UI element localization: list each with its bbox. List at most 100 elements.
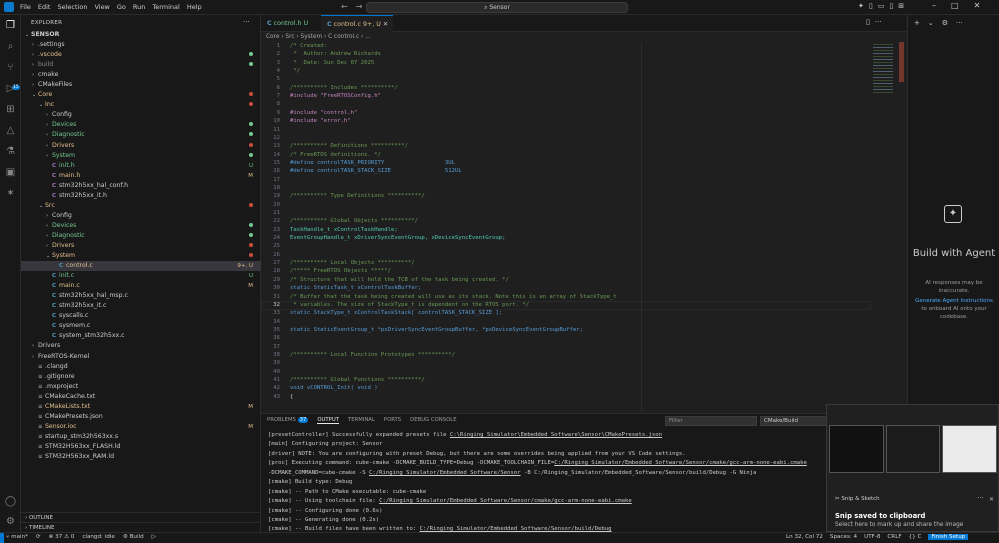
toggle-sidebar-icon[interactable]: ▯ [869,2,873,10]
build-status[interactable]: ⚙ Build [123,534,144,540]
tree-folder[interactable]: ⌄ SENSOR [21,30,261,40]
run-debug-icon[interactable]: ▷ [4,82,17,95]
tree-file[interactable]: Cstm32h5xx_it.c [21,301,261,311]
tree-file[interactable]: ≡ .clangd [21,362,261,372]
tree-folder[interactable]: › build [21,60,261,70]
command-center-search[interactable]: ⌕ Sensor [366,2,628,13]
back-arrow-icon[interactable]: ← [341,2,348,11]
cursor-position[interactable]: Ln 32, Col 72 [786,534,823,540]
tree-file[interactable]: ≡ .mxproject [21,382,261,392]
account-icon[interactable]: ◯ [4,495,17,508]
tree-folder[interactable]: › Config [21,110,261,120]
source-control-icon[interactable]: ⑂ [4,61,17,74]
tree-folder[interactable]: › System [21,151,261,161]
sync-icon[interactable]: ⟳ [36,534,41,540]
code-editor[interactable]: 1 /* Created: 2 * Author: Andrew Richards 3… [261,42,871,412]
tab-debug-console[interactable]: DEBUG CONSOLE [410,417,456,424]
notification-close-icon[interactable]: ✕ [989,496,994,503]
chat-more-icon[interactable]: ··· [956,19,963,27]
tree-folder[interactable]: › Devices [21,120,261,130]
close-tab-icon[interactable]: ✕ [383,21,388,28]
tree-file[interactable]: ≡ STM32H563xx_FLASH.ld [21,442,261,452]
tree-file[interactable]: ≡ Sensor.ioc M [21,422,261,432]
tree-file[interactable]: ≡ STM32H563xx_RAM.ld [21,452,261,462]
problems-status[interactable]: ⊗ 37 ⚠ 0 [49,534,75,540]
tree-folder[interactable]: ⌄ Inc [21,100,261,110]
extensions-icon[interactable]: ⊞ [4,103,17,116]
customize-layout-icon[interactable]: ⊞ [898,2,904,10]
output-log[interactable]: [presetController] Successfully expanded… [268,431,908,535]
tree-folder[interactable]: ⌄ Src [21,201,261,211]
outline-section[interactable]: › OUTLINE [21,512,261,522]
tree-file[interactable]: ≡ .gitignore [21,372,261,382]
language-mode[interactable]: {} C [909,534,922,540]
close-window-icon[interactable]: ✕ [974,1,981,10]
notification-more-icon[interactable]: ··· [977,494,984,502]
clangd-status[interactable]: clangd: idle [82,534,114,540]
tree-file[interactable]: Ccontrol.c 9+, U [21,261,261,272]
cmake-icon[interactable]: △ [4,124,17,137]
split-editor-icon[interactable]: ▯ [866,18,870,26]
more-editor-actions-icon[interactable]: ··· [875,18,882,26]
tree-folder[interactable]: › Drivers [21,241,261,251]
finish-setup-button[interactable]: Finish Setup [928,534,969,540]
toggle-panel-icon[interactable]: ▭ [878,2,885,10]
breadcrumb[interactable]: Core › Src › System › C control.c › ... [261,32,906,42]
tree-file[interactable]: Cinit.h U [21,161,261,171]
menu-terminal[interactable]: Terminal [152,3,179,11]
timeline-section[interactable]: › TIMELINE [21,522,261,532]
history-icon[interactable]: ⌄ [928,19,934,27]
testing-icon[interactable]: ⚗ [4,145,17,158]
maximize-icon[interactable]: □ [951,1,959,10]
branch-status[interactable]: ⑂ main* [6,534,28,540]
tab-problems[interactable]: PROBLEMS 37 [267,417,309,424]
run-status[interactable]: ▷ [152,534,156,540]
tree-folder[interactable]: › .vscode [21,50,261,60]
tree-folder[interactable]: › Devices [21,221,261,231]
indentation[interactable]: Spaces: 4 [830,534,857,540]
tree-file[interactable]: Cmain.c M [21,281,261,291]
tree-folder[interactable]: › .settings [21,40,261,50]
tree-file[interactable]: ≡ startup_stm32h563xx.s [21,432,261,442]
tree-folder[interactable]: › Drivers [21,141,261,151]
tree-file[interactable]: Cstm32h5xx_hal_msp.c [21,291,261,301]
output-path-link[interactable]: C:/Ringing_Simulator/Embedded_Software/S… [554,460,807,466]
tree-file[interactable]: Csysmem.c [21,321,261,331]
remote-explorer-icon[interactable]: ▣ [4,166,17,179]
toggle-secondary-sidebar-icon[interactable]: ▯ [889,2,893,10]
menu-go[interactable]: Go [117,3,126,11]
menu-edit[interactable]: Edit [38,3,51,11]
tree-file[interactable]: Cinit.c U [21,271,261,281]
tree-folder[interactable]: ⌄ System [21,251,261,261]
tree-folder[interactable]: › FreeRTOS-Kernel [21,352,261,362]
tree-folder[interactable]: › Drivers [21,341,261,351]
tree-folder[interactable]: › cmake [21,70,261,80]
tree-file[interactable]: Csyscalls.c [21,311,261,321]
minimap[interactable] [871,42,906,412]
tab-control-h[interactable]: C control.h U [261,15,321,32]
line-ending[interactable]: CRLF [887,534,901,540]
forward-arrow-icon[interactable]: → [356,2,363,11]
more-actions-icon[interactable]: ··· [243,18,250,26]
search-icon[interactable]: ⌕ [4,40,17,53]
new-chat-icon[interactable]: + [914,19,920,27]
tree-folder[interactable]: › CMakeFiles [21,80,261,90]
snip-notification[interactable]: ✂ Snip & Sketch ··· ✕ Snip saved to clip… [826,404,999,532]
menu-help[interactable]: Help [187,3,202,11]
tree-folder[interactable]: › Diagnostic [21,231,261,241]
remote-indicator[interactable] [0,533,4,543]
tree-file[interactable]: Cmain.h M [21,171,261,181]
chat-settings-icon[interactable]: ⚙ [942,19,948,27]
tab-control-c[interactable]: C control.c 9+, U ✕ [321,15,393,32]
tree-folder[interactable]: › Config [21,211,261,221]
menu-view[interactable]: View [94,3,109,11]
encoding[interactable]: UTF-8 [864,534,880,540]
tree-file[interactable]: ≡ CMakeCache.txt [21,392,261,402]
output-path-link[interactable]: C:/Ringing_Simulator/Embedded_Software/S… [379,498,632,504]
tab-ports[interactable]: PORTS [384,417,401,424]
stm32-icon[interactable]: ✶ [4,187,17,200]
explorer-icon[interactable]: ❐ [4,19,17,32]
tree-file[interactable]: ≡ CMakePresets.json [21,412,261,422]
tab-output[interactable]: OUTPUT [317,417,339,424]
menu-file[interactable]: File [20,3,31,11]
